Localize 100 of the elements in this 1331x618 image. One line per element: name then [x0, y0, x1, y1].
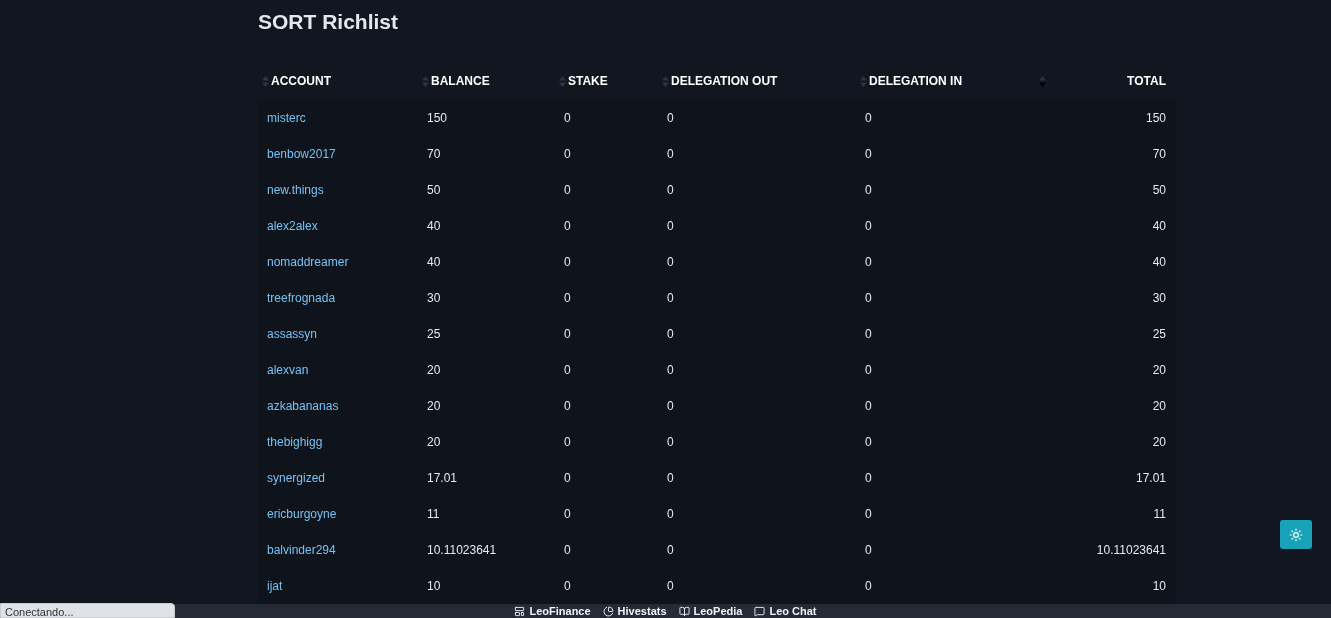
table-cell: 25 [418, 316, 555, 352]
status-bar: Conectando... [0, 603, 175, 618]
table-cell: 0 [555, 460, 658, 496]
sort-icon [262, 75, 269, 87]
account-link[interactable]: nomaddreamer [258, 244, 418, 280]
table-cell: 0 [856, 316, 1035, 352]
sort-icon [1039, 75, 1046, 87]
table-cell: 0 [555, 280, 658, 316]
table-cell: 17.01 [418, 460, 555, 496]
account-link[interactable]: alexvan [258, 352, 418, 388]
table-cell: 0 [555, 172, 658, 208]
table-cell: 20 [418, 388, 555, 424]
table-cell: 0 [555, 208, 658, 244]
table-cell: 40 [418, 244, 555, 280]
table-cell: 0 [658, 388, 856, 424]
table-cell: 20 [1035, 352, 1176, 388]
table-cell: 50 [418, 172, 555, 208]
table-cell: 0 [555, 352, 658, 388]
table-cell: 11 [1035, 496, 1176, 532]
table-cell: 40 [1035, 244, 1176, 280]
account-link[interactable]: benbow2017 [258, 136, 418, 172]
table-cell: 0 [856, 460, 1035, 496]
table-cell: 0 [555, 568, 658, 604]
book-icon [678, 605, 690, 617]
table-cell: 0 [555, 136, 658, 172]
table-cell: 0 [555, 244, 658, 280]
table-cell: 0 [658, 352, 856, 388]
column-header[interactable]: ACCOUNT [258, 64, 418, 100]
column-header[interactable]: TOTAL [1035, 64, 1176, 100]
sort-icon [422, 75, 429, 87]
table-cell: 0 [555, 388, 658, 424]
table-cell: 0 [658, 532, 856, 568]
page-title: SORT Richlist [258, 10, 400, 34]
table-cell: 0 [555, 316, 658, 352]
table-cell: 20 [1035, 388, 1176, 424]
table-cell: 0 [658, 136, 856, 172]
table-cell: 0 [658, 316, 856, 352]
table-cell: 20 [418, 424, 555, 460]
account-link[interactable]: new.things [258, 172, 418, 208]
account-link[interactable]: treefrognada [258, 280, 418, 316]
table-cell: 0 [555, 496, 658, 532]
table-cell: 70 [418, 136, 555, 172]
account-link[interactable]: synergized [258, 460, 418, 496]
table-cell: 0 [658, 568, 856, 604]
footer-link[interactable]: Leo Chat [754, 605, 817, 617]
account-link[interactable]: thebighigg [258, 424, 418, 460]
table-cell: 0 [555, 532, 658, 568]
table-cell: 0 [856, 496, 1035, 532]
table-cell: 0 [856, 352, 1035, 388]
footer-link[interactable]: LeoPedia [678, 605, 743, 617]
table-cell: 50 [1035, 172, 1176, 208]
table-cell: 0 [658, 172, 856, 208]
table-cell: 0 [658, 100, 856, 136]
table-cell: 0 [856, 532, 1035, 568]
table-cell: 0 [555, 424, 658, 460]
table-cell: 0 [856, 280, 1035, 316]
table-cell: 10 [1035, 568, 1176, 604]
table-cell: 0 [658, 280, 856, 316]
table-cell: 25 [1035, 316, 1176, 352]
column-header[interactable]: STAKE [555, 64, 658, 100]
table-cell: 0 [658, 496, 856, 532]
table-cell: 0 [856, 388, 1035, 424]
chat-bubble-icon [754, 605, 766, 617]
table-cell: 0 [658, 244, 856, 280]
table-cell: 0 [856, 244, 1035, 280]
table-cell: 10 [418, 568, 555, 604]
table-cell: 40 [1035, 208, 1176, 244]
table-cell: 20 [418, 352, 555, 388]
table-cell: 0 [856, 172, 1035, 208]
table-cell: 0 [658, 424, 856, 460]
table-cell: 0 [658, 460, 856, 496]
account-link[interactable]: balvinder294 [258, 532, 418, 568]
table-cell: 20 [1035, 424, 1176, 460]
table-cell: 0 [856, 136, 1035, 172]
table-cell: 10.11023641 [1035, 532, 1176, 568]
table-cell: 0 [856, 208, 1035, 244]
pie-chart-icon [602, 605, 614, 617]
table-cell: 0 [856, 424, 1035, 460]
column-header[interactable]: DELEGATION IN [856, 64, 1035, 100]
table-cell: 0 [555, 100, 658, 136]
layout-icon [514, 605, 526, 617]
table-cell: 17.01 [1035, 460, 1176, 496]
table-cell: 0 [856, 568, 1035, 604]
sort-icon [662, 75, 669, 87]
account-link[interactable]: alex2alex [258, 208, 418, 244]
table-cell: 150 [418, 100, 555, 136]
account-link[interactable]: assassyn [258, 316, 418, 352]
account-link[interactable]: misterc [258, 100, 418, 136]
account-link[interactable]: azkabananas [258, 388, 418, 424]
sun-icon [1289, 527, 1303, 542]
table-cell: 10.11023641 [418, 532, 555, 568]
column-header[interactable]: DELEGATION OUT [658, 64, 856, 100]
column-header[interactable]: BALANCE [418, 64, 555, 100]
theme-toggle-button[interactable] [1280, 520, 1312, 549]
account-link[interactable]: ericburgoyne [258, 496, 418, 532]
table-cell: 11 [418, 496, 555, 532]
footer-link[interactable]: Hivestats [602, 605, 667, 617]
account-link[interactable]: ijat [258, 568, 418, 604]
sort-icon [559, 75, 566, 87]
footer-link[interactable]: LeoFinance [514, 605, 591, 617]
